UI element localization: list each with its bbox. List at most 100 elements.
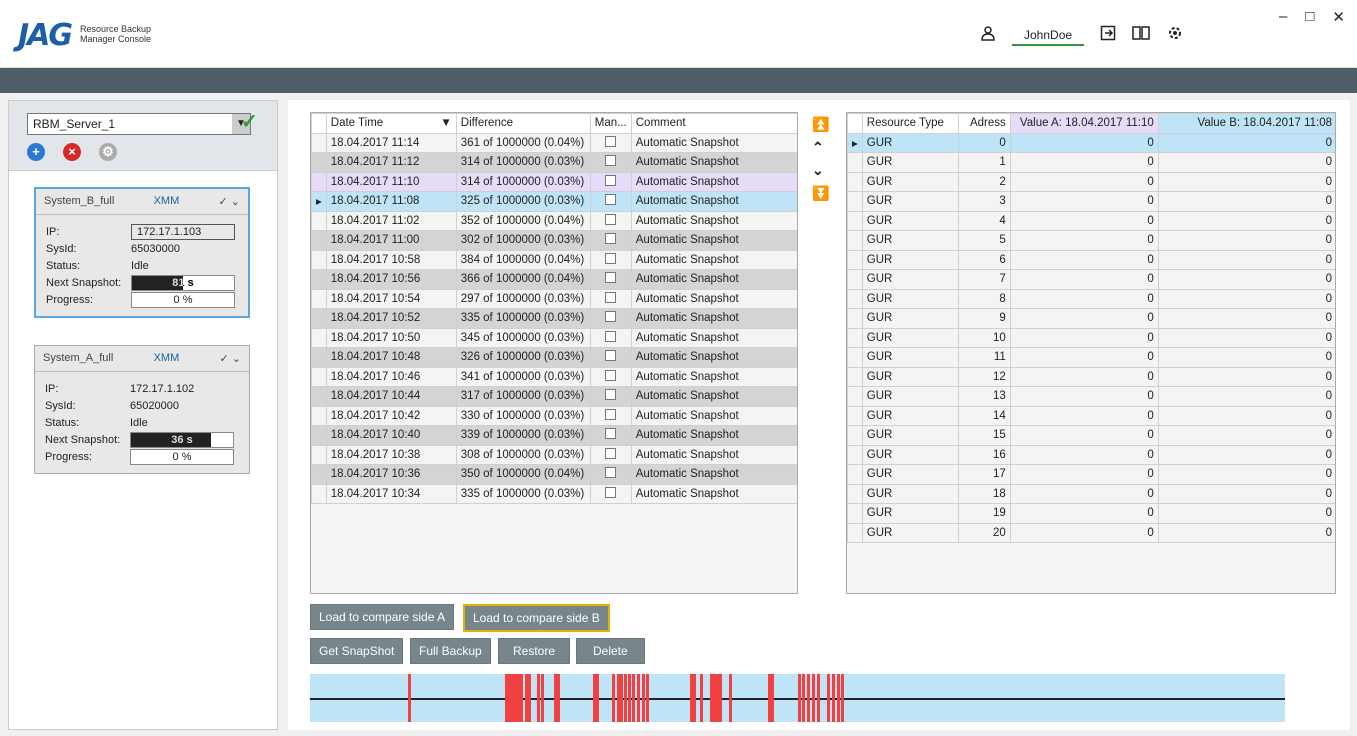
timeline-snapshot-mark[interactable] bbox=[812, 674, 815, 722]
table-row[interactable]: GUR 5 0 0 bbox=[847, 230, 1335, 251]
row-selector[interactable] bbox=[847, 327, 863, 348]
timeline-snapshot-mark[interactable] bbox=[632, 674, 635, 722]
timeline-snapshot-mark[interactable] bbox=[624, 674, 627, 722]
timeline-snapshot-mark[interactable] bbox=[832, 674, 835, 722]
timeline-snapshot-mark[interactable] bbox=[798, 674, 801, 722]
col-comment[interactable]: Comment bbox=[630, 113, 797, 134]
timeline-snapshot-mark[interactable] bbox=[771, 674, 774, 722]
table-row[interactable]: 18.04.2017 10:58 384 of 1000000 (0.04%) Au… bbox=[311, 249, 797, 270]
row-selector[interactable] bbox=[311, 210, 327, 231]
table-row[interactable]: 18.04.2017 10:46 341 of 1000000 (0.03%) Au… bbox=[311, 366, 797, 387]
row-selector[interactable] bbox=[311, 386, 327, 407]
row-selector[interactable]: ▸ bbox=[311, 191, 327, 212]
manual-checkbox[interactable] bbox=[605, 369, 617, 381]
row-selector[interactable] bbox=[847, 347, 863, 368]
manual-checkbox[interactable] bbox=[605, 233, 617, 245]
manual-checkbox[interactable] bbox=[605, 135, 617, 147]
timeline-snapshot-mark[interactable] bbox=[700, 674, 703, 722]
timeline-snapshot-mark[interactable] bbox=[729, 674, 732, 722]
row-selector[interactable] bbox=[311, 269, 327, 290]
row-selector[interactable]: ▸ bbox=[847, 132, 863, 153]
table-row[interactable]: GUR 20 0 0 bbox=[847, 522, 1335, 543]
row-selector[interactable] bbox=[847, 483, 863, 504]
row-selector[interactable] bbox=[847, 269, 863, 290]
timeline-snapshot-mark[interactable] bbox=[646, 674, 649, 722]
timeline-snapshot-mark[interactable] bbox=[528, 674, 531, 722]
row-selector[interactable] bbox=[311, 366, 327, 387]
table-row[interactable]: 18.04.2017 10:36 350 of 1000000 (0.04%) Au… bbox=[311, 464, 797, 485]
table-row[interactable]: GUR 3 0 0 bbox=[847, 191, 1335, 212]
manual-checkbox[interactable] bbox=[605, 350, 617, 362]
row-selector[interactable] bbox=[847, 444, 863, 465]
table-row[interactable]: 18.04.2017 10:52 335 of 1000000 (0.03%) Au… bbox=[311, 308, 797, 329]
row-selector[interactable] bbox=[311, 152, 327, 173]
table-row[interactable]: 18.04.2017 10:48 326 of 1000000 (0.03%) Au… bbox=[311, 347, 797, 368]
row-selector[interactable] bbox=[847, 308, 863, 329]
row-selector[interactable] bbox=[311, 288, 327, 309]
manual-checkbox[interactable] bbox=[605, 252, 617, 264]
manual-checkbox[interactable] bbox=[605, 428, 617, 440]
table-row[interactable]: GUR 16 0 0 bbox=[847, 444, 1335, 465]
first-icon[interactable]: ⏫ bbox=[812, 116, 829, 133]
row-selector[interactable] bbox=[311, 464, 327, 485]
row-selector[interactable] bbox=[847, 522, 863, 543]
table-row[interactable]: GUR 9 0 0 bbox=[847, 308, 1335, 329]
system-card-header[interactable]: System_B_full XMM ✓ ⌄ bbox=[36, 189, 248, 215]
table-row[interactable]: GUR 18 0 0 bbox=[847, 483, 1335, 504]
server-settings-icon[interactable]: ⚙ bbox=[99, 143, 117, 161]
table-row[interactable]: GUR 17 0 0 bbox=[847, 464, 1335, 485]
table-row[interactable]: 18.04.2017 11:14 361 of 1000000 (0.04%) Au… bbox=[311, 132, 797, 153]
table-row[interactable]: 18.04.2017 10:50 345 of 1000000 (0.03%) Au… bbox=[311, 327, 797, 348]
table-row[interactable]: ▸ GUR 0 0 0 bbox=[847, 132, 1335, 153]
col-resource-type[interactable]: Resource Type bbox=[861, 113, 959, 134]
load-compare-b-button[interactable]: Load to compare side B bbox=[463, 604, 610, 632]
timeline-snapshot-mark[interactable] bbox=[520, 674, 523, 722]
row-selector[interactable] bbox=[311, 405, 327, 426]
row-selector[interactable] bbox=[847, 152, 863, 173]
restore-button[interactable]: Restore bbox=[498, 638, 571, 664]
server-select[interactable]: RBM_Server_1 ▼ bbox=[27, 113, 251, 135]
row-selector[interactable] bbox=[847, 464, 863, 485]
timeline-snapshot-mark[interactable] bbox=[642, 674, 645, 722]
manual-checkbox[interactable] bbox=[605, 486, 617, 498]
manual-checkbox[interactable] bbox=[605, 389, 617, 401]
delete-button[interactable]: Delete bbox=[576, 638, 645, 664]
table-row[interactable]: 18.04.2017 11:02 352 of 1000000 (0.04%) Au… bbox=[311, 210, 797, 231]
timeline-snapshot-mark[interactable] bbox=[596, 674, 599, 722]
row-selector[interactable] bbox=[847, 386, 863, 407]
table-row[interactable]: 18.04.2017 10:56 366 of 1000000 (0.04%) Au… bbox=[311, 269, 797, 290]
manual-checkbox[interactable] bbox=[605, 272, 617, 284]
table-row[interactable]: 18.04.2017 10:42 330 of 1000000 (0.03%) Au… bbox=[311, 405, 797, 426]
get-snapshot-button[interactable]: Get SnapShot bbox=[310, 638, 404, 664]
row-selector[interactable] bbox=[847, 171, 863, 192]
table-row[interactable]: 18.04.2017 11:00 302 of 1000000 (0.03%) Au… bbox=[311, 230, 797, 251]
logout-icon[interactable] bbox=[1100, 25, 1116, 46]
username[interactable]: JohnDoe bbox=[1012, 26, 1085, 46]
down-icon[interactable]: ⌄ bbox=[812, 162, 829, 179]
row-selector[interactable] bbox=[311, 483, 327, 504]
table-row[interactable]: 18.04.2017 10:54 297 of 1000000 (0.03%) Au… bbox=[311, 288, 797, 309]
table-row[interactable]: 18.04.2017 11:12 314 of 1000000 (0.03%) Au… bbox=[311, 152, 797, 173]
table-row[interactable]: 18.04.2017 10:38 308 of 1000000 (0.03%) Au… bbox=[311, 444, 797, 465]
up-icon[interactable]: ⌃ bbox=[812, 139, 829, 156]
minimize-icon[interactable]: – bbox=[1279, 8, 1287, 26]
timeline-snapshot-mark[interactable] bbox=[837, 674, 840, 722]
table-row[interactable]: GUR 15 0 0 bbox=[847, 425, 1335, 446]
col-difference[interactable]: Difference bbox=[455, 113, 591, 134]
table-row[interactable]: 18.04.2017 10:34 335 of 1000000 (0.03%) Au… bbox=[311, 483, 797, 504]
row-selector[interactable] bbox=[311, 347, 327, 368]
col-date-time[interactable]: Date Time ▼ bbox=[325, 113, 457, 134]
row-selector[interactable] bbox=[847, 288, 863, 309]
table-row[interactable]: 18.04.2017 10:44 317 of 1000000 (0.03%) Au… bbox=[311, 386, 797, 407]
table-row[interactable]: GUR 13 0 0 bbox=[847, 386, 1335, 407]
table-row[interactable]: GUR 14 0 0 bbox=[847, 405, 1335, 426]
manual-checkbox[interactable] bbox=[605, 213, 617, 225]
timeline-snapshot-mark[interactable] bbox=[537, 674, 540, 722]
snapshot-timeline[interactable] bbox=[310, 674, 1285, 722]
timeline-snapshot-mark[interactable] bbox=[807, 674, 810, 722]
row-selector[interactable] bbox=[847, 366, 863, 387]
table-row[interactable]: GUR 4 0 0 bbox=[847, 210, 1335, 231]
row-selector[interactable] bbox=[311, 308, 327, 329]
row-selector[interactable] bbox=[311, 425, 327, 446]
table-row[interactable]: GUR 12 0 0 bbox=[847, 366, 1335, 387]
